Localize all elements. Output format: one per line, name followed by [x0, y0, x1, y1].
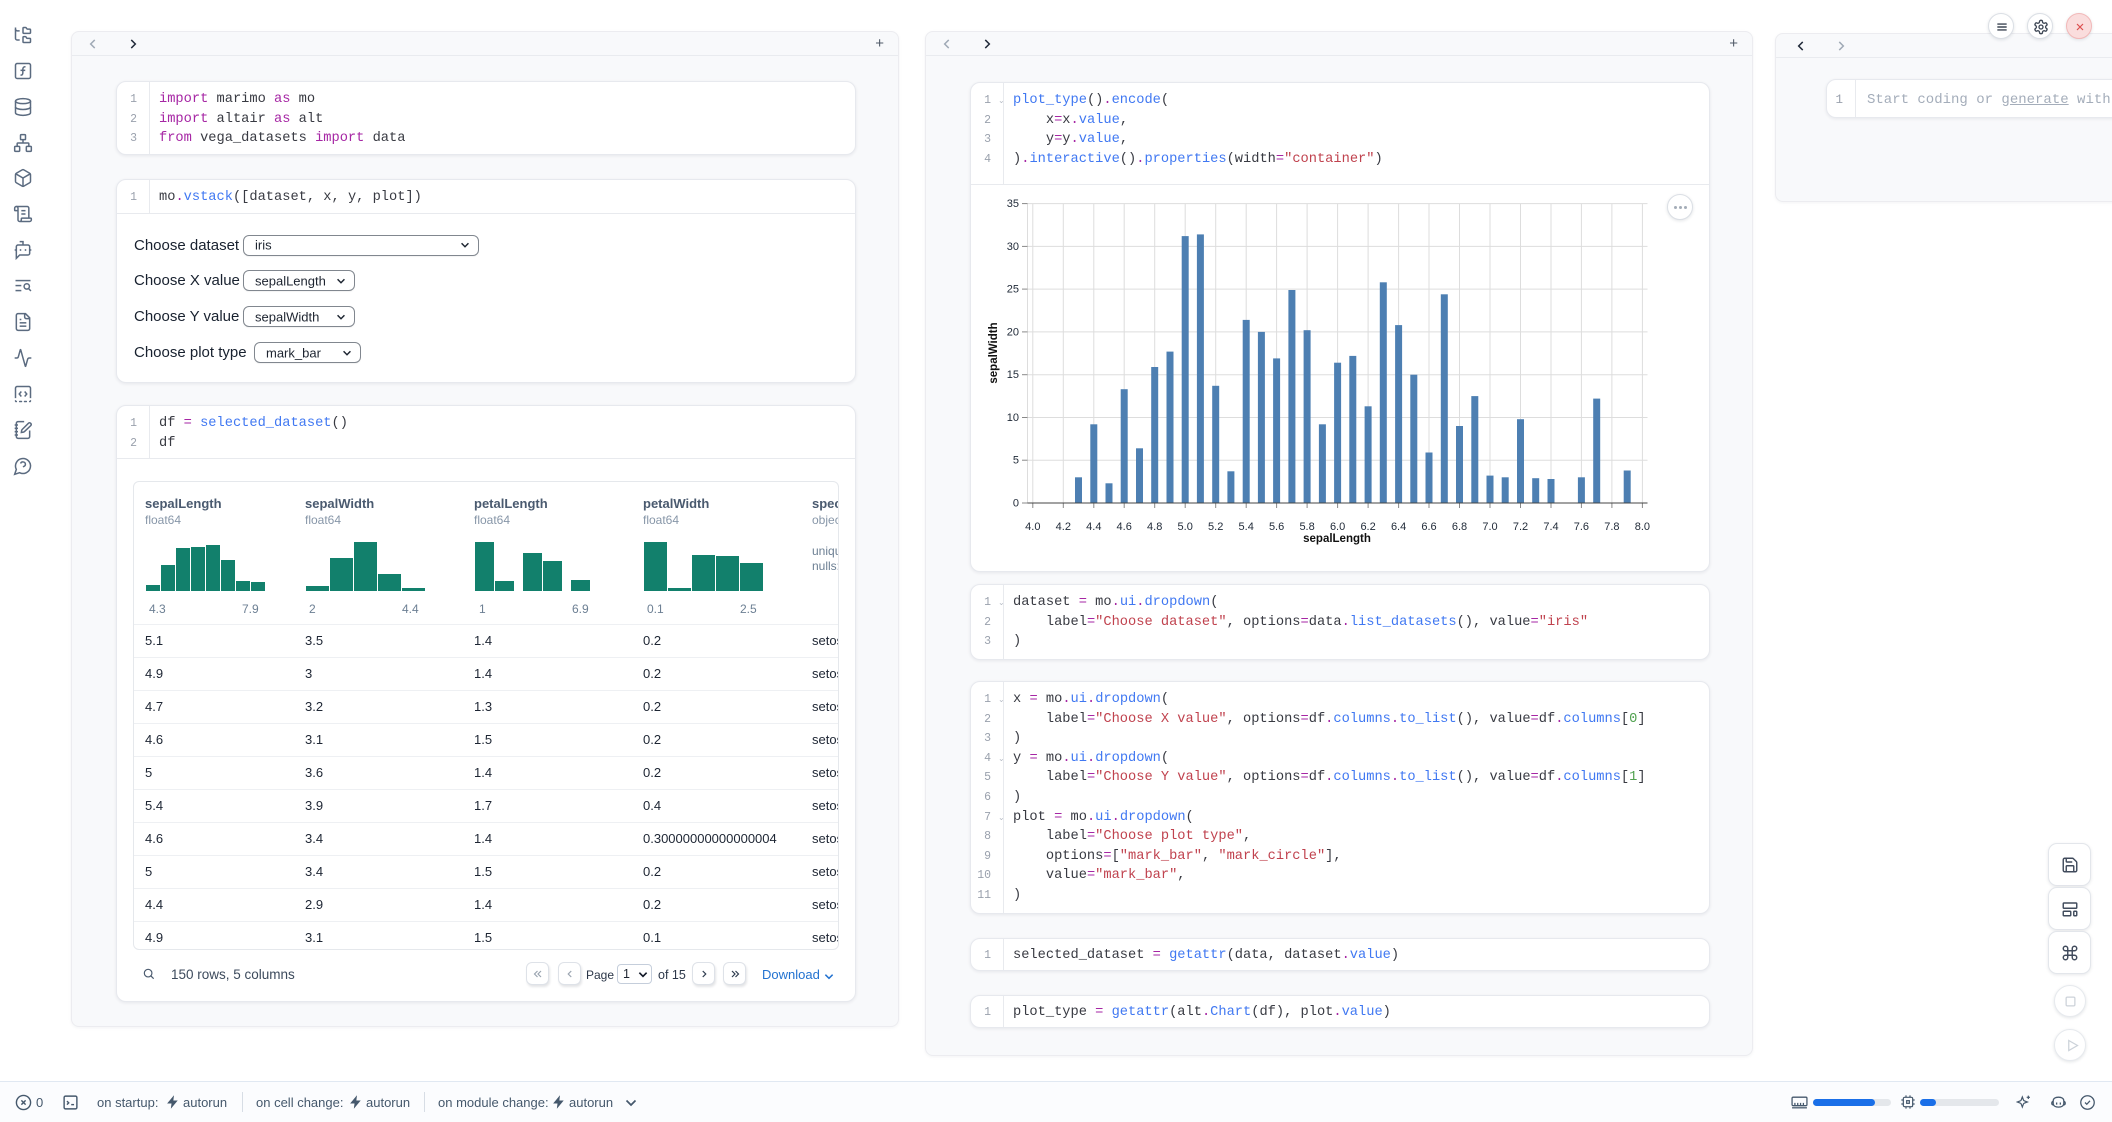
svg-text:8.0: 8.0	[1635, 521, 1650, 533]
svg-text:7.6: 7.6	[1574, 521, 1589, 533]
svg-text:7.0: 7.0	[1482, 521, 1497, 533]
svg-text:6.0: 6.0	[1330, 521, 1345, 533]
svg-text:0: 0	[1013, 498, 1019, 510]
svg-text:7.2: 7.2	[1513, 521, 1528, 533]
svg-text:5.2: 5.2	[1208, 521, 1223, 533]
svg-text:7.4: 7.4	[1543, 521, 1558, 533]
svg-text:5.8: 5.8	[1299, 521, 1314, 533]
svg-text:4.8: 4.8	[1147, 521, 1162, 533]
svg-text:4.0: 4.0	[1025, 521, 1040, 533]
svg-text:5.4: 5.4	[1239, 521, 1254, 533]
svg-text:30: 30	[1007, 241, 1019, 253]
svg-text:35: 35	[1007, 198, 1019, 210]
svg-text:20: 20	[1007, 326, 1019, 338]
svg-text:7.8: 7.8	[1604, 521, 1619, 533]
svg-text:6.8: 6.8	[1452, 521, 1467, 533]
svg-text:4.6: 4.6	[1117, 521, 1132, 533]
svg-text:4.4: 4.4	[1086, 521, 1101, 533]
svg-text:10: 10	[1007, 412, 1019, 424]
svg-text:15: 15	[1007, 369, 1019, 381]
svg-text:5.6: 5.6	[1269, 521, 1284, 533]
svg-text:5.0: 5.0	[1178, 521, 1193, 533]
svg-text:25: 25	[1007, 284, 1019, 296]
svg-text:6.2: 6.2	[1360, 521, 1375, 533]
svg-text:sepalLength: sepalLength	[1303, 533, 1371, 545]
svg-text:6.4: 6.4	[1391, 521, 1406, 533]
svg-text:5: 5	[1013, 455, 1019, 467]
svg-text:4.2: 4.2	[1056, 521, 1071, 533]
svg-text:sepalWidth: sepalWidth	[988, 322, 1000, 383]
svg-text:6.6: 6.6	[1421, 521, 1436, 533]
